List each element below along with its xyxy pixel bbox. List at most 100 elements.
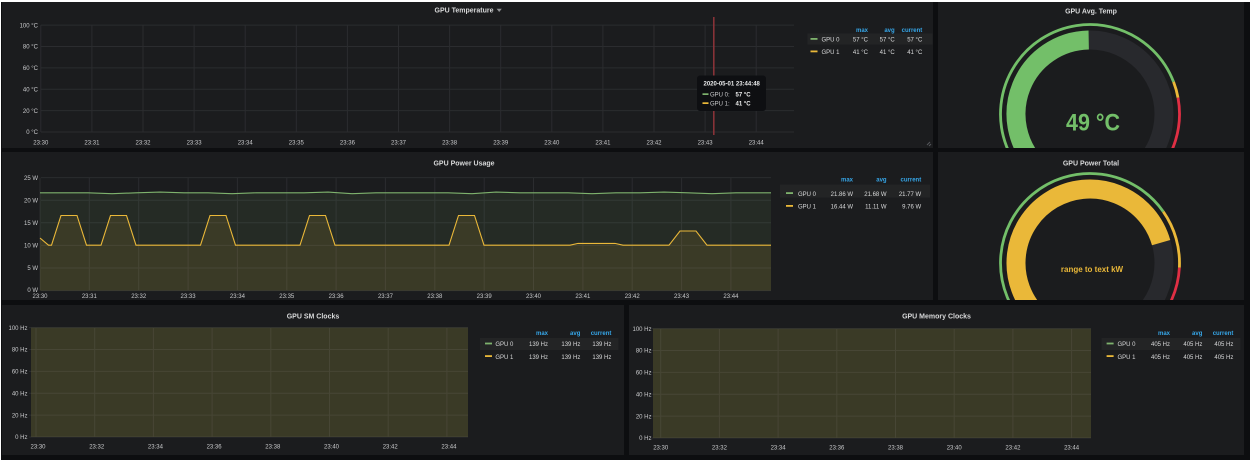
svg-text:23:40: 23:40 <box>947 446 963 452</box>
svg-text:23:43: 23:43 <box>674 294 690 300</box>
svg-text:20 Hz: 20 Hz <box>636 414 652 420</box>
svg-text:current: current <box>1213 331 1234 337</box>
svg-text:16.44 W: 16.44 W <box>831 205 854 211</box>
svg-text:40 Hz: 40 Hz <box>636 392 652 398</box>
svg-text:11.11 W: 11.11 W <box>865 205 887 211</box>
svg-text:max: max <box>856 28 869 34</box>
svg-text:GPU 0: GPU 0 <box>495 342 514 348</box>
svg-text:20 °C: 20 °C <box>23 109 39 115</box>
svg-text:23:41: 23:41 <box>575 294 591 300</box>
svg-text:139 Hz: 139 Hz <box>529 355 548 361</box>
svg-text:GPU 1: GPU 1 <box>495 355 514 361</box>
svg-text:41 °C: 41 °C <box>736 102 752 108</box>
svg-text:max: max <box>841 178 854 184</box>
svg-text:GPU Memory Clocks: GPU Memory Clocks <box>902 314 971 321</box>
svg-text:GPU Avg. Temp: GPU Avg. Temp <box>1065 9 1117 16</box>
svg-text:57 °C: 57 °C <box>880 37 896 43</box>
svg-text:139 Hz: 139 Hz <box>561 355 580 361</box>
svg-text:23:34: 23:34 <box>148 445 164 451</box>
svg-text:21.68 W: 21.68 W <box>864 192 887 198</box>
svg-text:60 Hz: 60 Hz <box>636 371 652 377</box>
svg-text:23:30: 23:30 <box>32 294 48 300</box>
svg-text:41 °C: 41 °C <box>880 50 896 56</box>
svg-text:GPU 0: GPU 0 <box>822 37 841 43</box>
svg-text:23:39: 23:39 <box>477 294 493 300</box>
svg-text:5 W: 5 W <box>27 266 38 272</box>
svg-text:41 °C: 41 °C <box>907 50 923 56</box>
svg-text:23:41: 23:41 <box>595 141 611 147</box>
svg-text:23:36: 23:36 <box>329 294 345 300</box>
svg-text:100 °C: 100 °C <box>20 23 39 29</box>
svg-text:current: current <box>902 28 923 34</box>
svg-text:23:33: 23:33 <box>187 141 203 147</box>
svg-text:2020-05-01 23:44:48: 2020-05-01 23:44:48 <box>704 82 761 88</box>
svg-text:GPU 0: GPU 0 <box>798 192 817 198</box>
svg-text:139 Hz: 139 Hz <box>592 342 611 348</box>
svg-text:23:32: 23:32 <box>89 445 105 451</box>
svg-text:GPU Temperature: GPU Temperature <box>435 8 494 15</box>
svg-text:139 Hz: 139 Hz <box>592 355 611 361</box>
svg-text:40 Hz: 40 Hz <box>12 391 28 397</box>
svg-text:23:32: 23:32 <box>135 141 151 147</box>
svg-text:405 Hz: 405 Hz <box>1151 342 1170 348</box>
svg-text:100 Hz: 100 Hz <box>632 327 651 333</box>
svg-text:23:43: 23:43 <box>698 141 714 147</box>
svg-text:21.86 W: 21.86 W <box>831 192 854 198</box>
svg-text:0 Hz: 0 Hz <box>15 435 27 441</box>
svg-text:GPU 1: GPU 1 <box>798 205 817 211</box>
svg-text:57 °C: 57 °C <box>907 37 923 43</box>
svg-text:80 Hz: 80 Hz <box>12 348 28 354</box>
svg-text:23:38: 23:38 <box>265 445 281 451</box>
svg-text:80 Hz: 80 Hz <box>636 349 652 355</box>
svg-text:23:44: 23:44 <box>1064 446 1080 452</box>
svg-text:max: max <box>1158 331 1171 337</box>
svg-text:23:31: 23:31 <box>84 141 100 147</box>
svg-text:23:34: 23:34 <box>771 446 787 452</box>
svg-text:23:30: 23:30 <box>30 445 46 451</box>
svg-text:10 W: 10 W <box>24 244 38 250</box>
svg-text:23:37: 23:37 <box>391 141 407 147</box>
svg-text:20 Hz: 20 Hz <box>12 413 28 419</box>
svg-text:GPU Power Total: GPU Power Total <box>1063 161 1119 168</box>
svg-text:139 Hz: 139 Hz <box>561 342 580 348</box>
svg-text:139 Hz: 139 Hz <box>529 342 548 348</box>
svg-text:current: current <box>591 331 612 337</box>
svg-text:23:42: 23:42 <box>1005 446 1021 452</box>
svg-text:23:34: 23:34 <box>238 141 254 147</box>
svg-text:60 Hz: 60 Hz <box>12 370 28 376</box>
svg-text:0 W: 0 W <box>27 288 38 294</box>
svg-text:23:44: 23:44 <box>749 141 765 147</box>
svg-text:23:33: 23:33 <box>181 294 197 300</box>
svg-text:23:42: 23:42 <box>383 445 399 451</box>
svg-text:23:40: 23:40 <box>526 294 542 300</box>
svg-text:GPU 0: GPU 0 <box>1118 342 1137 348</box>
svg-text:23:31: 23:31 <box>82 294 98 300</box>
svg-text:0 °C: 0 °C <box>26 130 38 136</box>
svg-text:GPU 1: GPU 1 <box>1118 355 1137 361</box>
svg-text:23:37: 23:37 <box>378 294 394 300</box>
svg-text:23:36: 23:36 <box>340 141 356 147</box>
svg-text:405 Hz: 405 Hz <box>1183 342 1202 348</box>
svg-text:23:32: 23:32 <box>131 294 147 300</box>
svg-text:405 Hz: 405 Hz <box>1214 355 1233 361</box>
svg-text:60 °C: 60 °C <box>23 66 39 72</box>
svg-text:23:32: 23:32 <box>712 446 728 452</box>
svg-text:GPU 0:: GPU 0: <box>710 93 730 99</box>
svg-text:max: max <box>536 331 549 337</box>
svg-text:avg: avg <box>1192 331 1203 337</box>
svg-text:49 °C: 49 °C <box>1066 110 1120 137</box>
svg-text:current: current <box>901 178 922 184</box>
svg-text:GPU SM Clocks: GPU SM Clocks <box>287 314 340 321</box>
svg-text:GPU 1:: GPU 1: <box>710 102 730 108</box>
svg-text:20 W: 20 W <box>24 198 38 204</box>
svg-text:avg: avg <box>876 178 887 184</box>
svg-text:avg: avg <box>570 331 581 337</box>
svg-text:23:36: 23:36 <box>829 446 845 452</box>
svg-text:23:40: 23:40 <box>544 141 560 147</box>
svg-text:80 °C: 80 °C <box>23 45 39 51</box>
svg-text:41 °C: 41 °C <box>853 50 869 56</box>
svg-text:23:30: 23:30 <box>653 446 669 452</box>
svg-text:405 Hz: 405 Hz <box>1183 355 1202 361</box>
svg-text:23:42: 23:42 <box>646 141 662 147</box>
svg-text:GPU 1: GPU 1 <box>822 50 841 56</box>
